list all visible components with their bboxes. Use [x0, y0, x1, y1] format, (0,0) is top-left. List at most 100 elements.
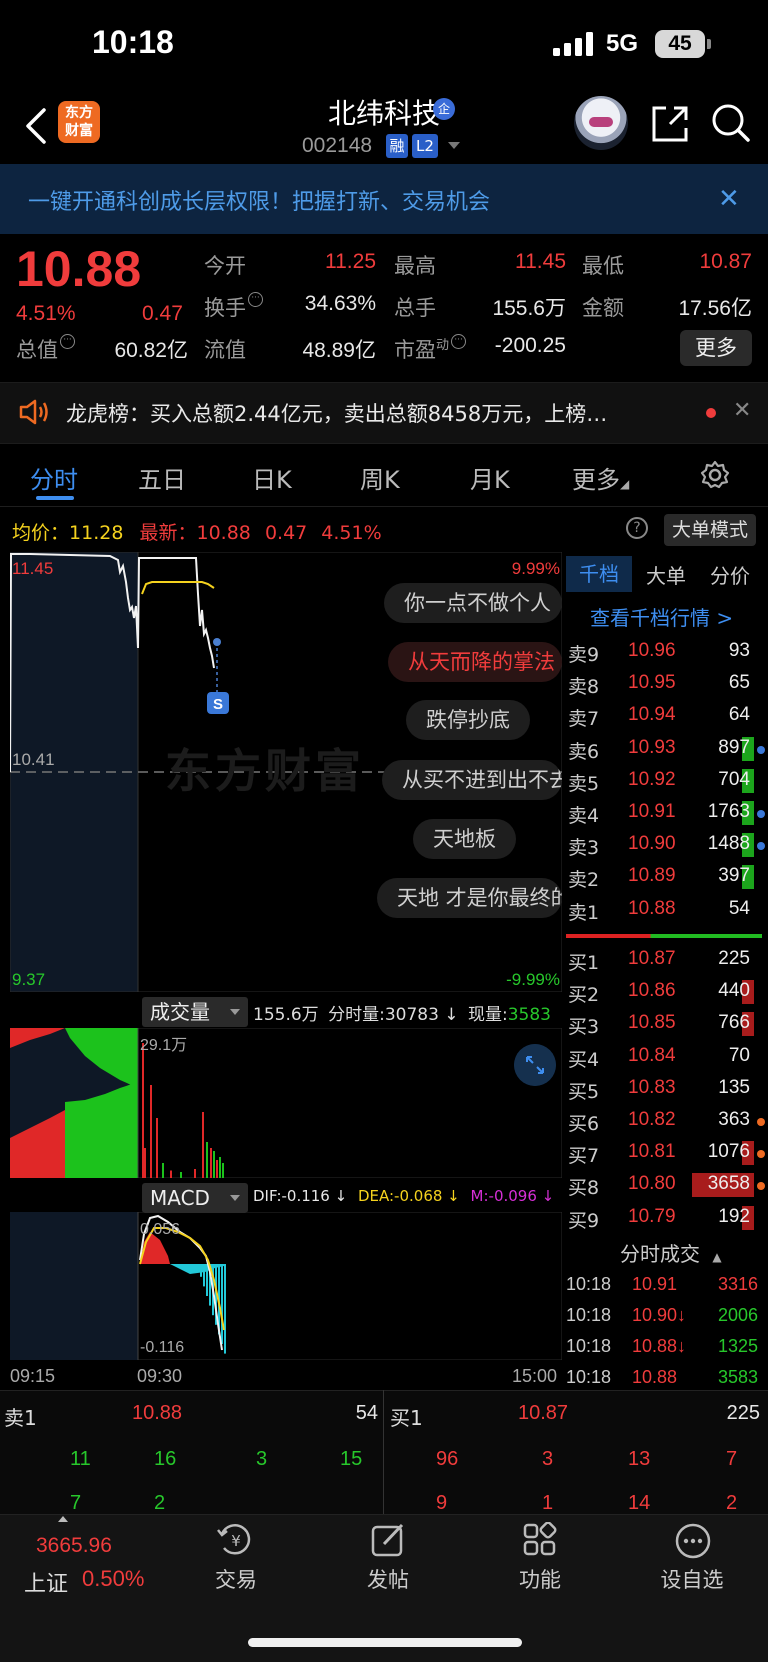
stock-code[interactable]: 002148 — [302, 134, 372, 158]
gear-icon[interactable] — [700, 460, 730, 490]
nav-functions[interactable]: 功能 — [490, 1564, 590, 1594]
tab-price-distribution[interactable]: 分价 — [710, 560, 750, 589]
tab-five-day[interactable]: 五日 — [138, 460, 186, 495]
tab-weekly-k[interactable]: 周K — [360, 460, 400, 495]
tick-volume: 1 — [542, 1492, 554, 1514]
edit-post-icon[interactable] — [370, 1522, 406, 1558]
bid-row[interactable]: 买4 10.84 70 — [566, 1041, 762, 1073]
chevron-down-icon[interactable] — [448, 142, 460, 149]
ask-row[interactable]: 卖1 10.88 54 — [566, 894, 762, 926]
unread-dot — [706, 408, 716, 418]
bid-row[interactable]: 买2 10.86 440 — [566, 976, 762, 1008]
comment-bubble[interactable]: 跌停抄底 — [406, 700, 530, 740]
tab-more[interactable]: 更多◢ — [572, 460, 629, 495]
bid-row[interactable]: 买5 10.83 135 — [566, 1073, 762, 1105]
bid-row[interactable]: 买9 10.79 192 — [566, 1202, 762, 1234]
index-name[interactable]: 上证 — [24, 1566, 68, 1598]
comment-bubble[interactable]: 从买不进到出不去 — [382, 760, 562, 800]
ask-row[interactable]: 卖3 10.90 1488 — [566, 829, 765, 861]
level-volume: 766 — [718, 1012, 750, 1034]
comment-bubble[interactable]: 天地 才是你最终的 — [377, 878, 562, 918]
share-icon[interactable] — [650, 104, 690, 144]
dragon-tiger-text[interactable]: 龙虎榜：买入总额2.44亿元，卖出总额8458万元，上榜… — [66, 398, 607, 428]
level-price: 10.92 — [628, 768, 676, 790]
level-volume: 1763 — [707, 801, 750, 822]
promo-banner-text[interactable]: 一键开通科创成长层权限！把握打新、交易机会 — [28, 184, 490, 216]
close-icon[interactable]: ✕ — [718, 184, 740, 214]
level-price: 10.93 — [628, 736, 676, 758]
nav-add-watchlist[interactable]: 设自选 — [642, 1564, 742, 1594]
expand-icon[interactable] — [514, 1044, 556, 1086]
comment-bubble[interactable]: 你一点不做个人 — [384, 583, 562, 623]
close-icon[interactable]: ✕ — [733, 398, 751, 423]
nav-trade[interactable]: 交易 — [186, 1564, 286, 1594]
bid-row[interactable]: 买1 10.87 225 — [566, 944, 762, 976]
ask-row[interactable]: 卖8 10.95 65 — [566, 668, 762, 700]
time-label: 09:15 — [10, 1366, 56, 1386]
macd-indicator-button[interactable]: MACD — [142, 1183, 248, 1213]
tick-volume: 2 — [726, 1492, 738, 1514]
help-icon[interactable]: ? — [626, 517, 648, 539]
comment-bubble[interactable]: 天地板 — [413, 819, 516, 859]
index-value[interactable]: 3665.96 — [36, 1534, 112, 1558]
ask-row[interactable]: 卖6 10.93 897 — [566, 733, 765, 765]
tab-thousand-levels[interactable]: 千档 — [566, 556, 632, 592]
bid1-label: 买1 — [390, 1406, 423, 1430]
level-price: 10.85 — [628, 1012, 676, 1034]
info-icon[interactable]: ··· — [60, 334, 75, 349]
level-volume: 1076 — [707, 1141, 750, 1163]
big-order-mode-button[interactable]: 大单模式 — [664, 514, 756, 546]
trade-volume: 1325 — [717, 1336, 758, 1356]
tab-intraday[interactable]: 分时 — [30, 460, 78, 495]
search-icon[interactable] — [710, 102, 752, 144]
macd-chart[interactable]: 0.056 -0.116 — [10, 1212, 562, 1360]
divider — [0, 506, 768, 507]
ask-row[interactable]: 卖5 10.92 704 — [566, 765, 762, 797]
nav-post[interactable]: 发帖 — [338, 1564, 438, 1594]
ask-row[interactable]: 卖4 10.91 1763 — [566, 797, 765, 829]
level-volume: 397 — [718, 865, 750, 887]
chart-summary: 均价：11.28 最新：10.88 0.47 4.51% — [12, 522, 382, 544]
tab-monthly-k[interactable]: 月K — [470, 460, 510, 495]
ask1-volume: 54 — [355, 1402, 378, 1424]
volume-chart[interactable]: 29.1万 — [10, 1028, 562, 1178]
level-volume: 440 — [718, 980, 750, 1002]
speaker-icon — [19, 399, 48, 425]
trade-icon[interactable]: ¥ — [216, 1522, 256, 1558]
large-order-dot — [757, 1182, 765, 1191]
tab-big-orders[interactable]: 大单 — [646, 560, 686, 589]
grid-apps-icon[interactable] — [522, 1522, 558, 1558]
volume-indicator-button[interactable]: 成交量 — [142, 997, 248, 1027]
level-label: 买4 — [568, 1048, 600, 1071]
bid-row[interactable]: 买6 10.82 363 — [566, 1105, 765, 1137]
level-label: 买1 — [568, 952, 600, 974]
level-label: 买3 — [568, 1016, 600, 1039]
high-value: 11.45 — [515, 250, 566, 273]
ask-row[interactable]: 卖9 10.96 93 — [566, 636, 762, 668]
comment-bubble[interactable]: 从天而降的掌法 — [388, 642, 562, 682]
view-thousand-levels-link[interactable]: 查看千档行情 > — [590, 602, 733, 631]
more-circle-icon[interactable] — [674, 1522, 712, 1560]
more-quote-button[interactable]: 更多 — [680, 330, 752, 366]
bid-row[interactable]: 买7 10.81 1076 — [566, 1137, 765, 1169]
ask-row[interactable]: 卖2 10.89 397 — [566, 861, 762, 893]
bid-row[interactable]: 买3 10.85 766 — [566, 1008, 762, 1040]
bid-row[interactable]: 买8 10.80 3658 — [566, 1169, 765, 1201]
info-icon[interactable]: ··· — [248, 292, 263, 307]
level-price: 10.79 — [628, 1205, 676, 1227]
volume-bar — [142, 1043, 144, 1178]
level-label: 卖4 — [568, 805, 600, 827]
amount-label: 金额 — [582, 296, 624, 320]
index-pct[interactable]: 0.50% — [82, 1566, 144, 1592]
chevron-up-icon — [58, 1516, 68, 1522]
info-icon[interactable]: ··· — [451, 334, 467, 349]
chevron-down-icon — [230, 1195, 240, 1201]
float-cap-label: 流值 — [204, 338, 246, 362]
trades-header[interactable]: 分时成交 ▲ — [620, 1238, 722, 1267]
market-cap-label: 总值 ··· — [16, 334, 75, 364]
turnover-label: 换手 ··· — [204, 292, 263, 322]
tab-daily-k[interactable]: 日K — [252, 460, 292, 495]
trade-time: 10:18 — [566, 1367, 612, 1387]
volume-bar — [222, 1163, 224, 1178]
ask-row[interactable]: 卖7 10.94 64 — [566, 700, 762, 732]
